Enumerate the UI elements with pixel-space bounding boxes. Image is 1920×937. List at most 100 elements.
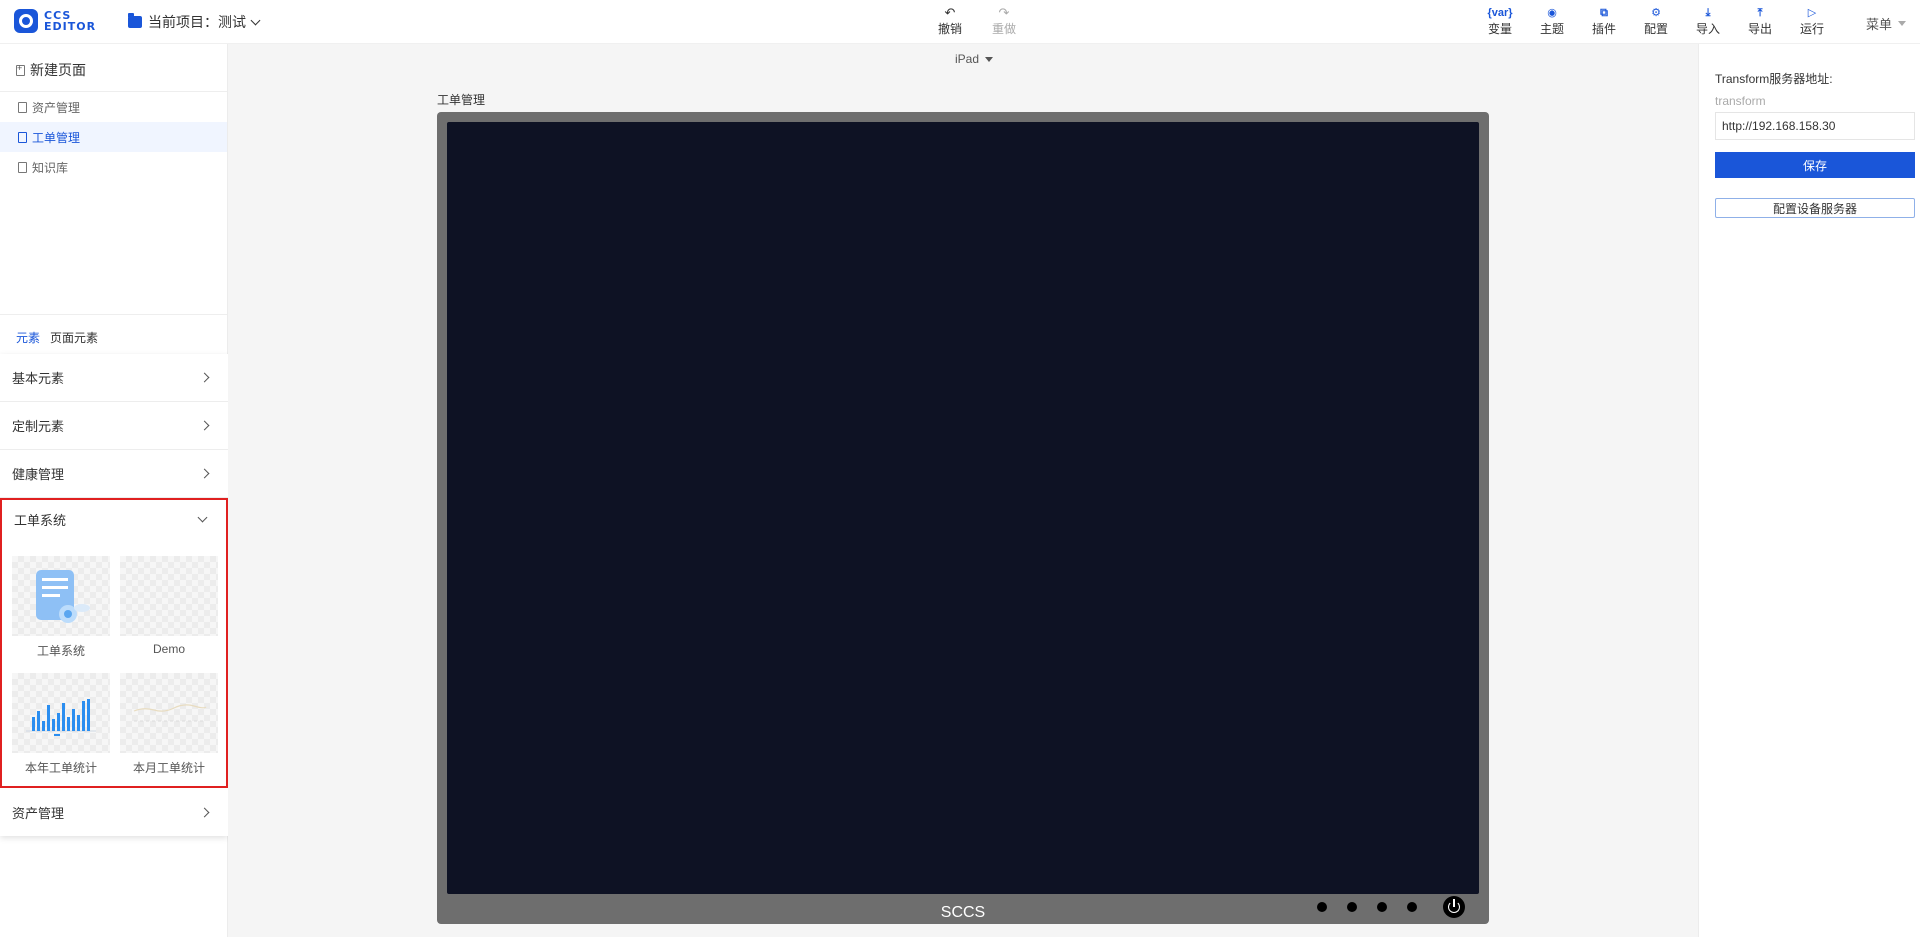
chevron-right-icon — [199, 468, 210, 479]
menu-dropdown[interactable]: 菜单 — [1866, 14, 1907, 33]
power-icon[interactable] — [1443, 896, 1465, 918]
chevron-right-icon — [199, 420, 210, 431]
line-chart-icon — [133, 704, 207, 722]
run-button[interactable]: ▷ 运行 — [1796, 6, 1828, 37]
divider — [0, 314, 227, 315]
caret-down-icon — [1898, 21, 1907, 26]
import-button[interactable]: ⤓ 导入 — [1692, 6, 1724, 37]
theme-button[interactable]: ◉ 主题 — [1536, 6, 1568, 37]
page-item-label: 资产管理 — [32, 100, 81, 115]
tab-elements[interactable]: 元素 — [16, 329, 40, 346]
component-label: Demo — [152, 642, 185, 656]
component-monthly-stats[interactable]: 本月工单统计 — [120, 673, 218, 776]
component-label: 本月工单统计 — [132, 761, 205, 775]
undo-label: 撤销 — [937, 22, 962, 36]
section-label: 定制元素 — [12, 419, 65, 434]
device-frame: SCCS — [437, 112, 1489, 924]
theme-label: 主题 — [1539, 22, 1564, 36]
canvas-area: iPad 工单管理 SCCS — [228, 44, 1698, 937]
variable-icon: {var} — [1487, 7, 1513, 19]
transform-sub-label: transform — [1715, 94, 1766, 108]
page-icon — [18, 101, 27, 113]
new-page-icon — [16, 63, 25, 76]
import-label: 导入 — [1695, 22, 1720, 36]
export-label: 导出 — [1747, 22, 1772, 36]
redo-icon: ↷ — [998, 5, 1010, 20]
top-toolbar: CCS EDITOR 当前项目：测试 ↶ 撤销 ↷ 重做 {var} 变量 ◉ … — [0, 0, 1920, 44]
demo-thumbnail — [120, 556, 218, 636]
section-label: 资产管理 — [12, 805, 65, 821]
logo-icon — [14, 9, 38, 33]
page-list: 资产管理 工单管理 知识库 — [0, 91, 227, 182]
section-workorder-system: 工单系统 工单系统 Demo 本年工单统计 本月工单统计 — [0, 498, 228, 788]
project-selector[interactable]: 当前项目：测试 — [128, 12, 261, 32]
plugin-button[interactable]: ⧉ 插件 — [1588, 6, 1620, 37]
line-chart-thumbnail — [120, 673, 218, 753]
variable-button[interactable]: {var} 变量 — [1484, 6, 1516, 37]
redo-button[interactable]: ↷ 重做 — [989, 6, 1019, 37]
component-yearly-stats[interactable]: 本年工单统计 — [12, 673, 110, 776]
undo-icon: ↶ — [944, 5, 956, 20]
caret-down-icon — [985, 56, 994, 62]
history-tools: ↶ 撤销 ↷ 重做 — [935, 6, 1019, 37]
run-label: 运行 — [1799, 22, 1824, 36]
component-label: 工单系统 — [36, 644, 85, 658]
theme-icon: ◉ — [1547, 7, 1557, 19]
component-workorder-system[interactable]: 工单系统 — [12, 556, 110, 659]
save-button[interactable]: 保存 — [1715, 152, 1915, 178]
section-workorder-header[interactable]: 工单系统 — [2, 500, 226, 538]
section-label: 基本元素 — [12, 371, 65, 386]
left-sidebar: 新建页面 资产管理 工单管理 知识库 元素 页面元素 基本元素 定制元素 健康管… — [0, 44, 228, 937]
chevron-right-icon — [199, 807, 210, 817]
device-buttons — [1317, 896, 1465, 918]
section-custom-elements[interactable]: 定制元素 — [0, 402, 228, 450]
dot-icon — [1347, 902, 1357, 912]
page-item-knowledge[interactable]: 知识库 — [0, 152, 227, 182]
chevron-down-icon — [197, 512, 208, 522]
page-item-workorders[interactable]: 工单管理 — [0, 122, 227, 152]
page-item-label: 知识库 — [32, 160, 69, 175]
settings-button[interactable]: ⚙ 配置 — [1640, 6, 1672, 37]
settings-icon: ⚙ — [1651, 7, 1661, 19]
folder-icon — [128, 13, 142, 28]
export-icon: ⤒ — [1757, 7, 1763, 19]
settings-label: 配置 — [1643, 22, 1668, 36]
transform-server-input[interactable] — [1715, 112, 1915, 140]
device-screen[interactable] — [447, 122, 1479, 894]
section-basic-elements[interactable]: 基本元素 — [0, 354, 228, 402]
section-asset-management[interactable]: 资产管理 — [0, 788, 228, 836]
transform-server-label: Transform服务器地址: — [1715, 72, 1833, 86]
action-tools: {var} 变量 ◉ 主题 ⧉ 插件 ⚙ 配置 ⤓ 导入 ⤒ 导出 ▷ 运行 — [1484, 6, 1828, 37]
device-selector[interactable]: iPad — [955, 52, 994, 66]
variable-label: 变量 — [1487, 22, 1512, 36]
section-label: 健康管理 — [12, 467, 65, 482]
component-grid: 工单系统 Demo 本年工单统计 本月工单统计 — [2, 538, 226, 786]
workorder-thumbnail — [12, 556, 110, 636]
element-tabs: 元素 页面元素 — [16, 329, 98, 346]
import-icon: ⤓ — [1705, 7, 1711, 19]
undo-button[interactable]: ↶ 撤销 — [935, 6, 965, 37]
run-icon: ▷ — [1807, 7, 1817, 19]
dot-icon — [1377, 902, 1387, 912]
component-label: 本年工单统计 — [24, 761, 97, 775]
section-health-management[interactable]: 健康管理 — [0, 450, 228, 498]
plugin-icon: ⧉ — [1600, 7, 1608, 19]
workorder-icon — [36, 570, 90, 623]
section-label: 工单系统 — [14, 512, 67, 528]
component-demo[interactable]: Demo — [120, 556, 218, 659]
export-button[interactable]: ⤒ 导出 — [1744, 6, 1776, 37]
plugin-label: 插件 — [1591, 22, 1616, 36]
tab-page-elements[interactable]: 页面元素 — [50, 329, 98, 346]
element-panel: 基本元素 定制元素 健康管理 工单系统 工单系统 Demo 本年工单统计 本月工… — [0, 354, 228, 836]
bar-chart-icon — [26, 699, 96, 736]
page-icon — [18, 131, 27, 143]
logo-text-bottom: EDITOR — [44, 20, 97, 33]
chevron-down-icon — [250, 15, 261, 25]
redo-label: 重做 — [991, 22, 1016, 36]
new-page-button[interactable]: 新建页面 — [16, 60, 86, 80]
configure-device-server-button[interactable]: 配置设备服务器 — [1715, 198, 1915, 218]
canvas-page-title: 工单管理 — [437, 93, 486, 107]
new-page-label: 新建页面 — [30, 62, 86, 78]
page-item-assets[interactable]: 资产管理 — [0, 92, 227, 122]
dot-icon — [1317, 902, 1327, 912]
